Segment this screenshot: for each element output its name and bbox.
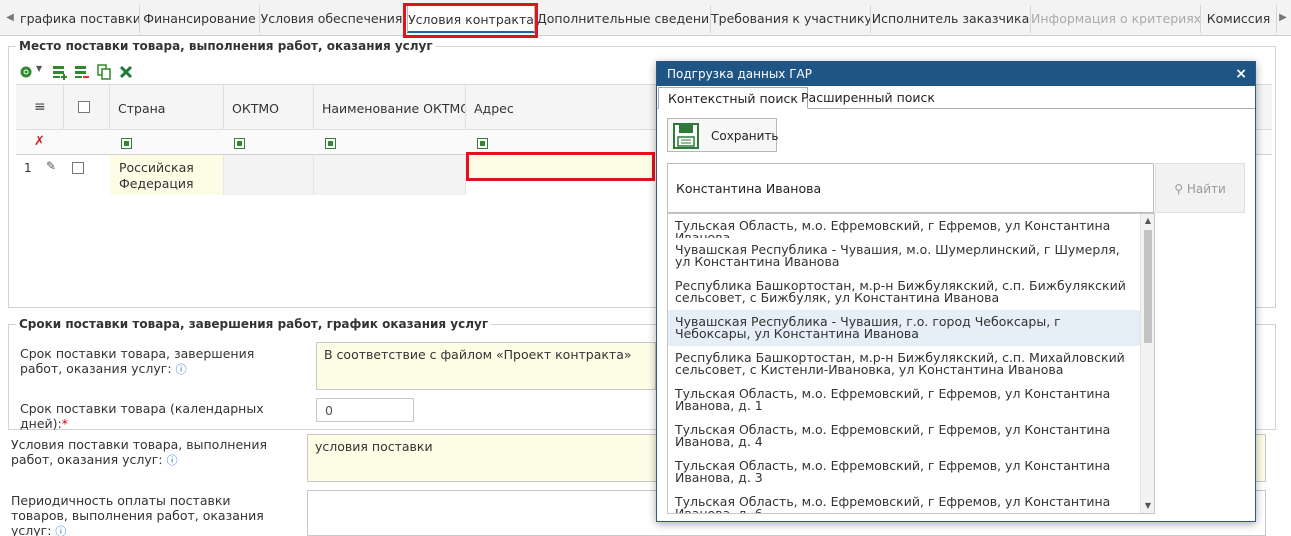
place-section-title: Место поставки товара, выполнения работ,… <box>16 39 436 53</box>
info-icon[interactable]: ⓘ <box>176 363 187 376</box>
column-header-oktmo-name[interactable]: Наименование ОКТМО <box>314 85 466 129</box>
tab-security-conditions[interactable]: Условия обеспечения <box>260 5 404 33</box>
days-input[interactable]: 0 <box>316 398 414 422</box>
terms-section-title: Сроки поставки товара, завершения работ,… <box>16 317 492 331</box>
list-item[interactable]: Тульская Область, м.о. Ефремовский, г Еф… <box>668 496 1141 513</box>
days-label: Срок поставки товара (календарных дней):… <box>20 401 264 431</box>
save-button[interactable]: Сохранить <box>667 118 779 152</box>
edit-pencil-icon[interactable]: ✎ <box>46 159 56 173</box>
scroll-down-icon[interactable]: ▼ <box>1141 499 1154 513</box>
periodicity-label: Периодичность оплаты поставки товаров, в… <box>11 493 264 536</box>
column-header-country[interactable]: Страна <box>110 85 224 129</box>
tab-bar: ◀ графика поставки Финансирование Услови… <box>0 0 1291 36</box>
conditions-label: Условия поставки товара, выполнения рабо… <box>11 437 267 467</box>
tab-scroll-left-icon[interactable]: ◀ <box>3 8 17 28</box>
menu-icon[interactable]: ≡ <box>34 99 46 115</box>
tab-financing[interactable]: Финансирование <box>140 5 260 33</box>
find-button[interactable]: ⚲ Найти <box>1155 163 1245 213</box>
row-number: 1 <box>24 161 32 175</box>
tab-participant-requirements[interactable]: Требования к участнику <box>711 5 871 33</box>
select-all-checkbox[interactable] <box>78 101 90 113</box>
column-header-oktmo[interactable]: ОКТМО <box>224 85 314 129</box>
excel-export-icon[interactable] <box>118 64 134 80</box>
gear-icon[interactable] <box>18 64 34 80</box>
info-icon[interactable]: ⓘ <box>167 454 178 467</box>
tab-criteria-info: Информация о критериях <box>1031 5 1201 33</box>
search-input[interactable]: Константина Иванова <box>667 163 1154 213</box>
list-item[interactable]: Республика Башкортостан, м.р-н Бижбулякс… <box>668 352 1141 382</box>
copy-icon[interactable] <box>96 64 112 80</box>
cell-oktmo-name[interactable] <box>314 155 466 195</box>
dropdown-scrollbar[interactable]: ▲ ▼ <box>1140 214 1154 513</box>
column-header-address[interactable]: Адрес <box>466 85 666 129</box>
cell-address[interactable] <box>466 155 656 181</box>
results-dropdown: Тульская Область, м.о. Ефремовский, г Еф… <box>667 213 1155 514</box>
list-item[interactable]: Тульская Область, м.о. Ефремовский, г Еф… <box>668 388 1141 418</box>
list-item[interactable]: Чувашская Республика - Чувашия, м.о. Шум… <box>668 244 1141 274</box>
scroll-thumb[interactable] <box>1144 230 1152 343</box>
list-item[interactable]: Тульская Область, м.о. Ефремовский, г Еф… <box>668 424 1141 454</box>
floppy-disk-icon <box>673 123 699 149</box>
tab-advanced-search[interactable]: Расширенный поиск <box>792 87 944 109</box>
gar-data-dialog: Подгрузка данных ГАР × Контекстный поиск… <box>656 61 1256 522</box>
chevron-down-icon[interactable]: ▼ <box>36 64 42 73</box>
search-icon: ⚲ <box>1174 182 1183 196</box>
tab-contract-conditions[interactable]: Условия контракта <box>407 5 535 33</box>
filter-oktmo-checkbox[interactable] <box>234 138 245 149</box>
scroll-up-icon[interactable]: ▲ <box>1141 214 1154 228</box>
list-item[interactable]: Тульская Область, м.о. Ефремовский, г Еф… <box>668 220 1141 238</box>
close-icon[interactable]: × <box>1235 62 1247 86</box>
tab-additional-info[interactable]: Дополнительные сведения <box>537 5 711 33</box>
cell-country[interactable]: Российская Федерация <box>110 155 224 195</box>
filter-country-checkbox[interactable] <box>121 138 132 149</box>
delete-row-icon[interactable] <box>74 64 90 80</box>
cell-oktmo[interactable] <box>224 155 314 195</box>
tab-commission[interactable]: Комиссия <box>1201 5 1277 33</box>
add-row-icon[interactable] <box>52 64 68 80</box>
tab-scroll-right-icon[interactable]: ▶ <box>1276 8 1290 28</box>
row-checkbox[interactable] <box>72 162 84 174</box>
term-textarea[interactable]: В соответствие с файлом «Проект контракт… <box>316 342 656 390</box>
info-icon[interactable]: ⓘ <box>55 525 66 536</box>
tab-context-search[interactable]: Контекстный поиск <box>658 87 808 109</box>
clear-filter-icon[interactable]: ✗ <box>34 134 45 149</box>
tab-customer-executor[interactable]: Исполнитель заказчика <box>871 5 1031 33</box>
filter-oktmo-name-checkbox[interactable] <box>325 138 336 149</box>
term-label: Срок поставки товара, завершения работ, … <box>20 346 255 376</box>
list-item-selected[interactable]: Чувашская Республика - Чувашия, г.о. гор… <box>668 310 1141 346</box>
tab-schedule[interactable]: графика поставки <box>20 5 140 33</box>
dialog-title-bar[interactable]: Подгрузка данных ГАР × <box>657 62 1255 86</box>
list-item[interactable]: Тульская Область, м.о. Ефремовский, г Еф… <box>668 460 1141 490</box>
list-item[interactable]: Республика Башкортостан, м.р-н Бижбулякс… <box>668 280 1141 310</box>
filter-address-checkbox[interactable] <box>477 138 488 149</box>
